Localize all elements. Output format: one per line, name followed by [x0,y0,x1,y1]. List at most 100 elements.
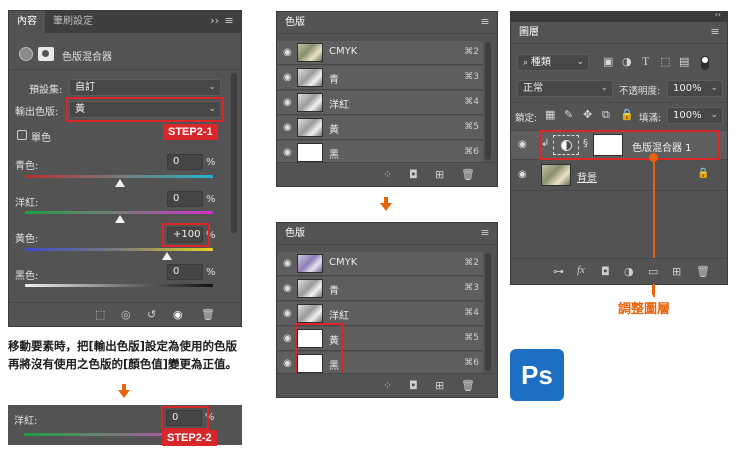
monochrome-checkbox[interactable] [17,130,27,140]
channel-row[interactable]: ◉ 青 ⌘3 [277,66,483,90]
trash-icon[interactable]: 🗑 [461,379,475,392]
opacity-value: 100% [673,83,702,94]
fill-field[interactable]: 100% ⌄ [667,107,723,124]
view-previous-icon[interactable]: ◎ [121,308,131,321]
black-value-field[interactable]: 0 [167,264,203,280]
trash-icon[interactable]: 🗑 [461,168,475,181]
trash-icon[interactable]: 🗑 [696,265,710,278]
opacity-field[interactable]: 100% ⌄ [667,80,723,97]
preset-select[interactable]: 自訂 ⌄ [69,79,221,96]
cyan-label: 青色: [15,161,39,172]
eye-icon[interactable]: ◉ [283,147,292,158]
cyan-value-field[interactable]: 0 [167,154,203,170]
panel-menu-icon[interactable]: ≡ [709,26,721,38]
channel-shortcut: ⌘6 [464,147,479,157]
add-mask-icon[interactable]: ◘ [601,265,610,278]
channels-scrollbar[interactable] [485,253,491,371]
adjustment-icon [19,47,33,61]
save-selection-icon[interactable]: ◘ [409,168,418,181]
channels-panel-top: 色版 ≡ ◉ CMYK ⌘2 ◉ 青 ⌘3 ◉ 洋紅 ⌘4 ◉ 黃 ⌘5 ◉ 黑… [276,11,498,187]
eye-icon[interactable]: ◉ [283,283,292,294]
blend-mode-select[interactable]: 正常 ⌄ [517,80,613,97]
eye-icon[interactable]: ◉ [283,308,292,319]
channel-label: 青 [329,286,339,297]
tab-properties[interactable]: 內容 [9,11,45,33]
channel-row[interactable]: ◉ 黃 ⌘5 [277,116,483,140]
magenta-unit: % [206,194,216,205]
new-layer-icon[interactable]: ⊞ [672,265,681,278]
channel-row[interactable]: ◉ 洋紅 ⌘4 [277,91,483,115]
clip-to-layer-icon[interactable]: ⬚ [95,308,105,321]
fx-icon[interactable]: fx [577,264,585,276]
yellow-slider-thumb[interactable] [162,252,172,260]
reset-icon[interactable]: ↺ [147,308,156,321]
eye-icon[interactable]: ◉ [283,333,292,344]
eye-icon[interactable]: ◉ [283,122,292,133]
lock-artboard-icon[interactable]: ⧉ [602,108,610,122]
photoshop-logo: Ps [510,349,564,401]
eye-icon[interactable]: ◉ [283,47,292,58]
channel-row[interactable]: ◉ CMYK ⌘2 [277,252,483,276]
magenta-slider-track[interactable] [25,211,213,214]
eye-icon[interactable]: ◉ [283,97,292,108]
properties-scrollbar[interactable] [231,73,237,233]
type-filter-icon[interactable]: T [642,54,649,69]
eye-icon[interactable]: ◉ [283,72,292,83]
load-selection-icon[interactable]: ⁘ [383,168,392,181]
cyan-slider-thumb[interactable] [115,179,125,187]
panel-menu-icon[interactable]: ≡ [223,15,235,27]
new-adjustment-icon[interactable]: ◑ [624,265,634,278]
tab-layers[interactable]: 圖層 [511,22,547,44]
new-channel-icon[interactable]: ⊞ [435,379,444,392]
tab-channels[interactable]: 色版 [277,12,313,34]
blend-mode-value: 正常 [523,83,543,94]
panel-menu-icon[interactable]: ≡ [479,227,491,239]
eye-icon[interactable]: ◉ [283,258,292,269]
trash-icon[interactable]: 🗑 [201,308,215,321]
pixel-filter-icon[interactable]: ▣ [603,55,613,68]
eye-icon[interactable]: ◉ [518,139,527,150]
adjustment-filter-icon[interactable]: ◑ [622,55,632,68]
channel-row[interactable]: ◉ CMYK ⌘2 [277,41,483,65]
lock-image-icon[interactable]: ✎ [564,108,573,121]
channels-titlebar: 色版 ≡ [277,223,497,245]
panel-menu-icon[interactable]: ≡ [479,16,491,28]
magenta-value-field[interactable]: 0 [167,191,203,207]
tab-brush-settings[interactable]: 筆刷設定 [45,11,101,33]
collapse-icon[interactable]: ‹‹ [715,10,721,19]
smart-object-filter-icon[interactable]: ▤ [679,55,689,68]
preset-label: 預設集: [29,85,63,96]
lock-position-icon[interactable]: ✥ [583,108,592,121]
highlight-output-channel [66,97,224,122]
eye-icon[interactable]: ◉ [518,169,527,180]
layer-row-background[interactable]: ◉ 背景 🔒 [511,161,727,191]
load-selection-icon[interactable]: ⁘ [383,379,392,392]
channels-titlebar: 色版 ≡ [277,12,497,34]
yellow-slider-track[interactable] [25,248,213,251]
shape-filter-icon[interactable]: ⬚ [660,55,670,68]
monochrome-label: 單色 [31,133,51,144]
eye-icon[interactable]: ◉ [283,358,292,369]
new-channel-icon[interactable]: ⊞ [435,168,444,181]
channel-shortcut: ⌘3 [464,72,479,82]
lock-icon: 🔒 [697,168,710,179]
new-group-icon[interactable]: ▭ [648,265,658,278]
visibility-icon[interactable]: ◉ [173,308,183,321]
lock-transparency-icon[interactable]: ▦ [545,108,555,121]
filter-toggle[interactable] [701,56,709,70]
channel-row[interactable]: ◉ 青 ⌘3 [277,277,483,301]
lock-all-icon[interactable]: 🔒 [620,108,634,121]
magenta-slider-thumb[interactable] [115,215,125,223]
annotation-line-ext [652,285,654,295]
save-selection-icon[interactable]: ◘ [409,379,418,392]
tab-channels[interactable]: 色版 [277,223,313,245]
cyan-slider-track[interactable] [25,175,213,178]
collapse-icon[interactable]: ›› [210,14,219,27]
channels-scrollbar[interactable] [485,42,491,160]
link-layers-icon[interactable]: ⊶ [553,265,564,278]
highlight-strip-value [161,406,209,430]
black-slider-track[interactable] [25,284,213,287]
layer-filter-select[interactable]: ⌕ 種類 ⌄ [517,54,589,71]
highlight-yellow-value [162,223,210,247]
layers-panel: ‹‹ 圖層 ≡ ⌕ 種類 ⌄ ▣ ◑ T ⬚ ▤ 正常 ⌄ 不透明度: 100%… [510,10,728,297]
